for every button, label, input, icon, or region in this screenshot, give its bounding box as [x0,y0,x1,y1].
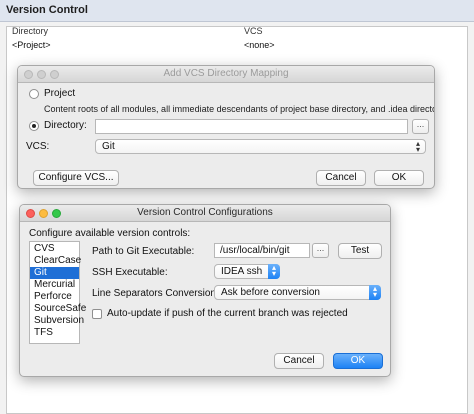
list-item[interactable]: SourceSafe [30,303,86,315]
updown-arrows-icon: ▴ ▾ [268,264,280,279]
list-item-selected[interactable]: Git [30,267,79,279]
config-dialog-title: Version Control Configurations [137,207,273,218]
browse-git-button[interactable]: ... [312,243,329,258]
config-dialog-titlebar[interactable]: Version Control Configurations [20,205,390,222]
table-row-directory[interactable]: <Project> [12,40,51,52]
auto-update-checkbox[interactable] [92,309,102,319]
updown-arrows-icon: ▴ ▾ [369,285,381,300]
test-button[interactable]: Test [338,243,382,259]
configure-available-label: Configure available version controls: [29,228,191,239]
mapping-dialog-title: Add VCS Directory Mapping [163,68,289,79]
config-ok-button[interactable]: OK [333,353,383,369]
project-description: Content roots of all modules, all immedi… [44,104,434,114]
add-mapping-dialog: Add VCS Directory Mapping Project Conten… [17,65,435,189]
git-path-input[interactable]: /usr/local/bin/git [214,243,310,258]
project-radio-label[interactable]: Project [44,88,75,99]
vcs-list[interactable]: CVS ClearCase Git Mercurial Perforce Sou… [29,241,86,344]
git-path-label: Path to Git Executable: [92,246,195,257]
panel-header: Version Control [0,0,474,22]
ssh-select-value: IDEA ssh [221,266,263,277]
line-separators-value: Ask before conversion [221,287,320,298]
mapping-cancel-button[interactable]: Cancel [316,170,366,186]
column-header-vcs[interactable]: VCS [244,26,263,38]
directory-radio-label[interactable]: Directory: [44,120,87,131]
mapping-ok-button[interactable]: OK [374,170,424,186]
list-item[interactable]: CVS [30,243,79,255]
table-row-vcs[interactable]: <none> [244,40,275,52]
project-radio[interactable] [29,89,39,99]
column-header-directory[interactable]: Directory [12,26,48,38]
mapping-dialog-titlebar[interactable]: Add VCS Directory Mapping [18,66,434,83]
ssh-select[interactable]: IDEA ssh ▴ ▾ [214,264,280,279]
list-item[interactable]: Perforce [30,291,79,303]
configure-vcs-button[interactable]: Configure VCS... [33,170,119,186]
updown-arrows-icon: ▴ ▾ [415,139,420,154]
list-item[interactable]: Mercurial [30,279,79,291]
vcs-label: VCS: [26,141,50,152]
directory-input[interactable] [95,119,408,134]
list-item[interactable]: ClearCase [30,255,81,267]
browse-directory-button[interactable]: ... [412,119,429,134]
vcs-configurations-dialog: Version Control Configurations Configure… [19,204,391,377]
config-cancel-button[interactable]: Cancel [274,353,324,369]
directory-radio[interactable] [29,121,39,131]
line-separators-label: Line Separators Conversion: [92,288,219,299]
auto-update-label[interactable]: Auto-update if push of the current branc… [107,308,348,319]
line-separators-select[interactable]: Ask before conversion ▴ ▾ [214,285,381,300]
vcs-select-value: Git [102,141,115,152]
ssh-label: SSH Executable: [92,267,168,278]
panel-title: Version Control [6,4,88,16]
list-item[interactable]: TFS [30,327,79,339]
list-item[interactable]: Subversion [30,315,84,327]
vcs-select[interactable]: Git ▴ ▾ [95,139,426,154]
